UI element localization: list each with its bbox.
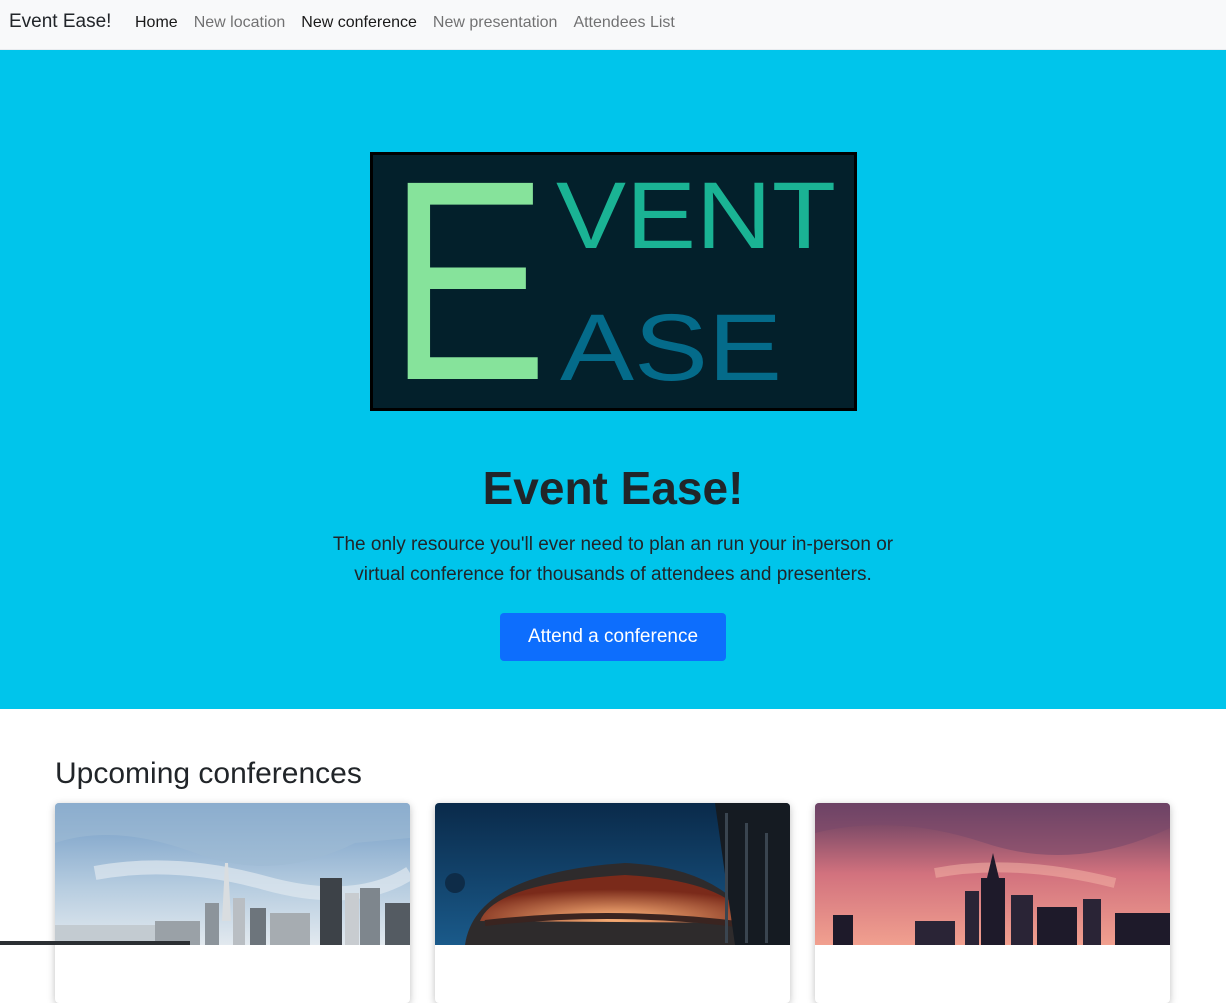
conference-card[interactable]	[815, 803, 1170, 1003]
nav-link-new-location[interactable]: New location	[194, 14, 286, 32]
nav-link-new-presentation[interactable]: New presentation	[433, 14, 558, 32]
bottom-strip	[0, 941, 190, 945]
navbar: Event Ease! Home New location New confer…	[0, 0, 1226, 50]
conference-card[interactable]	[435, 803, 790, 1003]
navbar-brand[interactable]: Event Ease!	[9, 11, 111, 33]
hero-title: Event Ease!	[482, 462, 744, 514]
section-title: Upcoming conferences	[55, 757, 362, 790]
arena-at-night-image	[435, 803, 790, 945]
nav-link-attendees-list[interactable]: Attendees List	[573, 14, 674, 32]
nav-link-home[interactable]: Home	[135, 14, 178, 32]
nav-link-new-conference[interactable]: New conference	[301, 14, 417, 32]
logo-letter-e: E	[388, 152, 548, 411]
hero-section: E VENT ASE Event Ease! The only resource…	[0, 50, 1226, 709]
logo-text-vent: VENT	[556, 163, 836, 269]
city-skyline-day-image	[55, 803, 410, 945]
event-ease-logo: E VENT ASE	[370, 152, 857, 411]
attend-conference-button[interactable]: Attend a conference	[500, 613, 726, 661]
city-skyline-sunset-image	[815, 803, 1170, 945]
hero-description: The only resource you'll ever need to pl…	[332, 534, 894, 585]
nav-links: Home New location New conference New pre…	[135, 14, 675, 32]
logo-text-ase: ASE	[560, 295, 782, 401]
conference-card[interactable]	[55, 803, 410, 1003]
